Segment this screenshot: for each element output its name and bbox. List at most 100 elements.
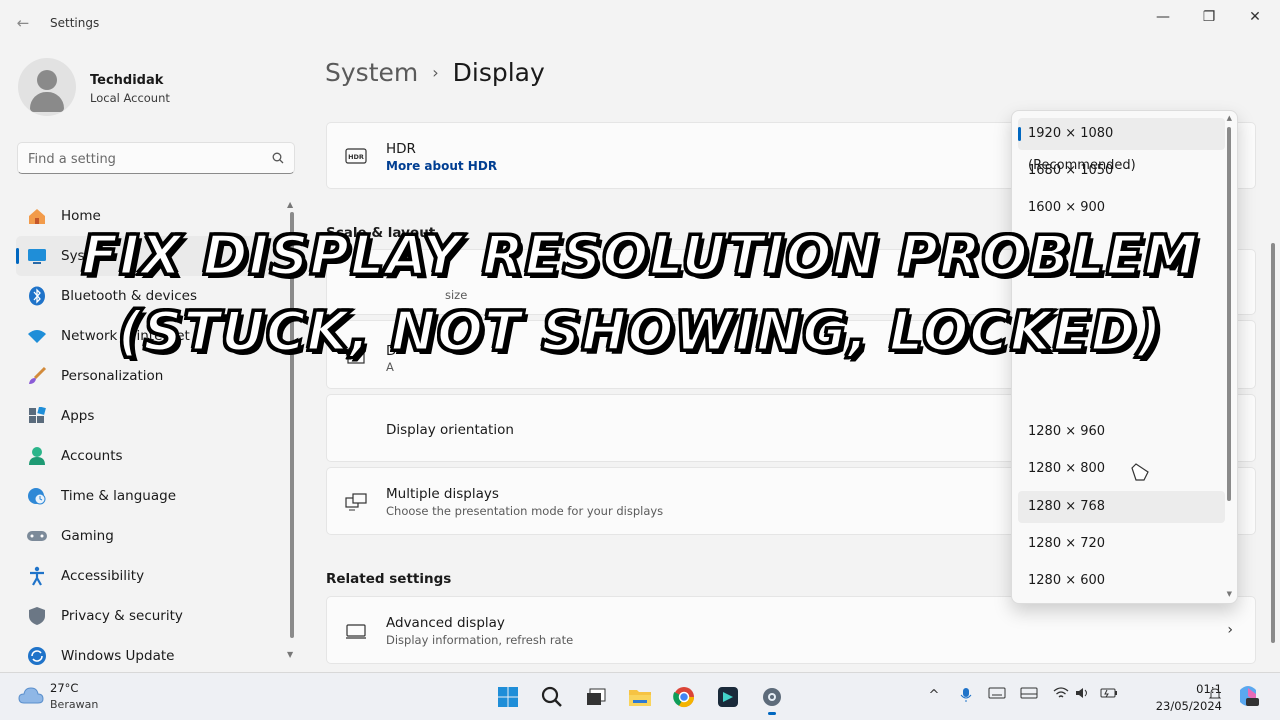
resolution-option[interactable]: 1280 × 768	[1018, 491, 1225, 523]
advanced-display-card[interactable]: Advanced display Display information, re…	[326, 596, 1256, 664]
sidebar-nav: Home System Bluetooth & devices Network …	[16, 196, 286, 672]
search-icon[interactable]	[272, 152, 284, 164]
app-title: Settings	[50, 16, 100, 30]
sidebar-item-label: Time & language	[61, 488, 177, 504]
speaker-icon[interactable]	[1074, 687, 1092, 705]
title-bar: ← Settings — ❐ ✕	[0, 0, 1280, 46]
search-input[interactable]	[28, 149, 258, 169]
breadcrumb-parent[interactable]: System	[325, 58, 418, 87]
scroll-up-icon[interactable]: ▲	[287, 200, 293, 209]
wifi-icon	[26, 325, 48, 347]
sidebar-item-label: Apps	[61, 408, 95, 424]
cloud-icon[interactable]	[18, 685, 44, 705]
resolution-option[interactable]: 1280 × 800	[1018, 453, 1225, 485]
shield-icon	[26, 605, 48, 627]
apps-icon	[26, 405, 48, 427]
weather-temperature[interactable]: 27°C	[50, 681, 78, 695]
sidebar-item-label: Network & internet	[61, 328, 190, 344]
wifi-icon[interactable]	[1052, 687, 1070, 705]
copilot-icon[interactable]	[1236, 684, 1260, 708]
chrome-icon[interactable]	[668, 681, 700, 713]
avatar[interactable]	[18, 58, 76, 116]
resolution-dropdown[interactable]: 1920 × 1080 (Recommended) 1680 × 1050 16…	[1011, 110, 1238, 604]
keyboard-icon[interactable]	[988, 687, 1006, 705]
resolution-icon	[345, 345, 367, 367]
sidebar-scrollbar[interactable]: ▲ ▼	[287, 200, 294, 659]
dropdown-scroll-up-icon[interactable]: ▲	[1227, 114, 1232, 122]
chevron-up-icon[interactable]: ^	[925, 687, 943, 705]
main-scrollbar[interactable]	[1271, 243, 1275, 643]
file-explorer-icon[interactable]	[624, 681, 656, 713]
start-icon[interactable]	[492, 681, 524, 713]
accessibility-icon	[26, 565, 48, 587]
task-view-icon[interactable]	[580, 681, 612, 713]
minimize-button[interactable]: —	[1140, 6, 1186, 28]
resolution-option[interactable]: 1280 × 960	[1018, 416, 1225, 448]
sidebar-item-apps[interactable]: Apps	[16, 396, 286, 436]
sidebar-item-system[interactable]: System	[16, 236, 286, 276]
multiple-displays-title: Multiple displays	[386, 486, 499, 502]
sidebar-item-label: Personalization	[61, 368, 164, 384]
sidebar-item-network[interactable]: Network & internet	[16, 316, 286, 356]
sidebar-item-label: Accessibility	[61, 568, 145, 584]
dropdown-scroll-thumb[interactable]	[1227, 127, 1231, 501]
resolution-option[interactable]: 1280 × 720	[1018, 528, 1225, 560]
tablet-icon[interactable]	[1020, 687, 1038, 705]
resolution-option[interactable]: 1680 × 1050	[1018, 155, 1225, 187]
user-name: Techdidak	[90, 73, 164, 88]
display-orientation-title: Display orientation	[386, 422, 514, 438]
sidebar-item-label: Privacy & security	[61, 608, 183, 624]
sidebar-item-gaming[interactable]: Gaming	[16, 516, 286, 556]
battery-icon[interactable]	[1100, 687, 1118, 705]
sidebar-item-label: Windows Update	[61, 648, 175, 664]
back-arrow-icon[interactable]: ←	[12, 12, 34, 34]
bluetooth-icon	[26, 285, 48, 307]
search-box[interactable]	[17, 142, 295, 174]
sidebar-item-personalization[interactable]: Personalization	[16, 356, 286, 396]
sidebar-item-windows-update[interactable]: Windows Update	[16, 636, 286, 672]
advanced-display-title: Advanced display	[386, 615, 505, 631]
avatar-head-icon	[37, 70, 57, 90]
settings-window: ← Settings — ❐ ✕ Techdidak Local Account…	[0, 0, 1280, 672]
svg-text:HDR: HDR	[348, 153, 364, 161]
microphone-icon[interactable]	[957, 687, 975, 705]
display-resolution-title: D	[386, 343, 397, 359]
display-resolution-subtitle: A	[386, 360, 394, 374]
multiple-displays-icon	[345, 491, 367, 513]
sidebar-item-bluetooth[interactable]: Bluetooth & devices	[16, 276, 286, 316]
resolution-option[interactable]: 1280 × 600	[1018, 565, 1225, 597]
scale-card-subtitle: size	[445, 288, 468, 302]
chevron-right-icon: ›	[1227, 622, 1233, 638]
settings-icon[interactable]	[756, 681, 788, 715]
breadcrumb: System › Display	[325, 58, 545, 87]
hdr-icon: HDR	[345, 145, 367, 167]
sidebar-item-home[interactable]: Home	[16, 196, 286, 236]
sidebar-scroll-thumb[interactable]	[290, 212, 294, 638]
sidebar-item-accounts[interactable]: Accounts	[16, 436, 286, 476]
advanced-display-subtitle: Display information, refresh rate	[386, 633, 574, 647]
search-icon[interactable]	[536, 681, 568, 713]
sidebar-item-accessibility[interactable]: Accessibility	[16, 556, 286, 596]
more-about-hdr-link[interactable]: More about HDR	[386, 159, 497, 173]
resolution-option[interactable]: 1600 × 900	[1018, 192, 1225, 224]
accounts-icon	[26, 445, 48, 467]
scroll-down-icon[interactable]: ▼	[287, 650, 293, 659]
taskbar: 27°C Berawan ^ 01:1 23/05/2024	[0, 672, 1280, 720]
capcut-icon[interactable]	[712, 681, 744, 713]
monitor-icon	[345, 620, 367, 642]
maximize-button[interactable]: ❐	[1186, 6, 1232, 28]
notification-icon[interactable]	[1206, 687, 1224, 705]
avatar-body-icon	[30, 92, 64, 112]
update-icon	[26, 645, 48, 667]
sidebar-item-privacy[interactable]: Privacy & security	[16, 596, 286, 636]
scale-layout-heading: Scale & layout	[326, 225, 436, 241]
sidebar-item-time-language[interactable]: Time & language	[16, 476, 286, 516]
resolution-option[interactable]: 1920 × 1080 (Recommended)	[1018, 118, 1225, 173]
hand-cursor-icon	[1131, 463, 1149, 481]
sidebar-item-label: Home	[61, 208, 101, 224]
close-button[interactable]: ✕	[1232, 6, 1278, 28]
chevron-right-icon: ›	[432, 63, 439, 82]
weather-description[interactable]: Berawan	[50, 698, 98, 711]
dropdown-scroll-down-icon[interactable]: ▼	[1227, 590, 1232, 598]
gamepad-icon	[26, 525, 48, 547]
